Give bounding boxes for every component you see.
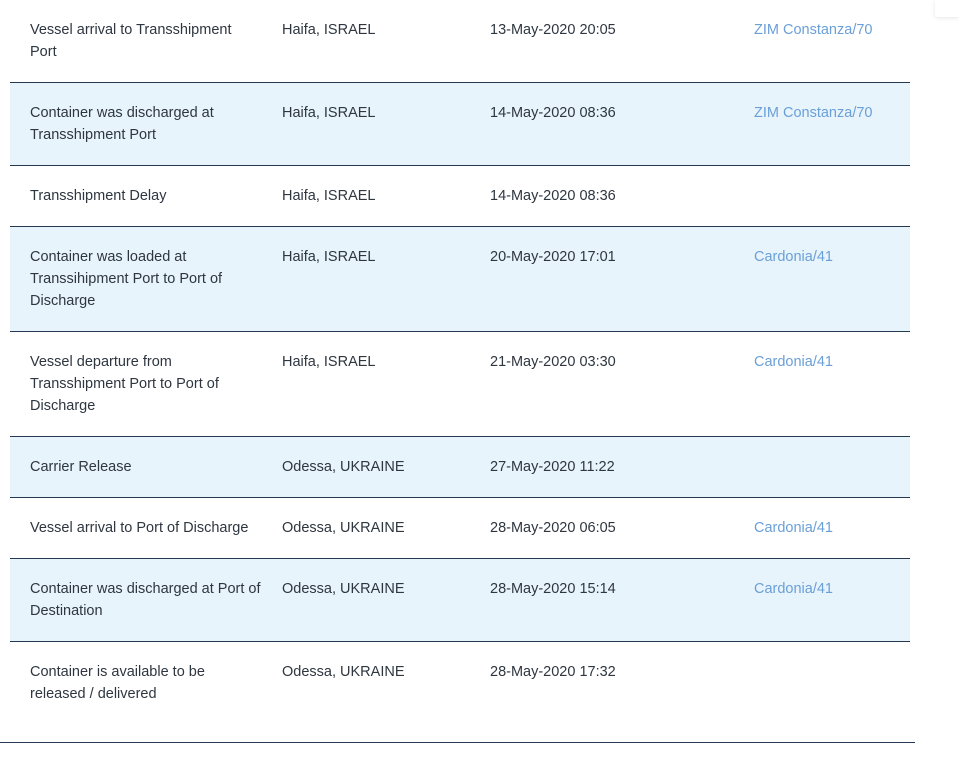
event-date: 28-May-2020 15:14 xyxy=(490,581,616,597)
event-description: Vessel arrival to Port of Discharge xyxy=(30,520,249,536)
event-date: 20-May-2020 17:01 xyxy=(490,249,616,265)
table-row: Container was discharged at Transshipmen… xyxy=(10,83,910,166)
vessel-voyage-link[interactable]: Cardonia/41 xyxy=(754,249,833,265)
event-description: Container was discharged at Port of Dest… xyxy=(30,581,261,619)
event-description: Carrier Release xyxy=(30,459,132,475)
table-bottom-divider xyxy=(0,742,915,743)
event-description: Vessel arrival to Transshipment Port xyxy=(30,22,232,60)
table-row: Container was loaded at Transsihipment P… xyxy=(10,227,910,332)
event-vessel xyxy=(734,661,910,742)
event-description: Container was loaded at Transsihipment P… xyxy=(30,249,223,309)
event-description: Container was discharged at Transshipmen… xyxy=(30,105,214,143)
event-description: Vessel departure from Transshipment Port… xyxy=(30,354,219,414)
event-vessel: Cardonia/41 xyxy=(734,351,910,436)
table-row: Vessel arrival to Port of Discharge Odes… xyxy=(10,498,910,559)
vessel-voyage-link[interactable]: ZIM Constanza/70 xyxy=(754,105,872,121)
vessel-voyage-link[interactable]: ZIM Constanza/70 xyxy=(754,22,872,38)
event-location: Haifa, ISRAEL xyxy=(282,354,376,370)
event-location: Haifa, ISRAEL xyxy=(282,249,376,265)
event-date: 28-May-2020 17:32 xyxy=(490,664,616,680)
event-vessel: ZIM Constanza/70 xyxy=(734,19,910,82)
table-row: Transshipment Delay Haifa, ISRAEL 14-May… xyxy=(10,166,910,227)
event-date: 27-May-2020 11:22 xyxy=(490,459,615,475)
event-date: 13-May-2020 20:05 xyxy=(490,22,616,38)
event-vessel: Cardonia/41 xyxy=(734,578,910,641)
corner-widget xyxy=(935,0,959,17)
event-date: 21-May-2020 03:30 xyxy=(490,354,616,370)
tracking-events-table: Vessel arrival to Transshipment Port Hai… xyxy=(10,0,910,742)
event-vessel xyxy=(734,456,910,497)
event-date: 14-May-2020 08:36 xyxy=(490,188,616,204)
table-row: Container is available to be released / … xyxy=(10,642,910,742)
event-location: Odessa, UKRAINE xyxy=(282,459,405,475)
event-description: Transshipment Delay xyxy=(30,188,167,204)
table-row: Container was discharged at Port of Dest… xyxy=(10,559,910,642)
event-location: Odessa, UKRAINE xyxy=(282,520,405,536)
event-location: Odessa, UKRAINE xyxy=(282,581,405,597)
event-vessel: Cardonia/41 xyxy=(734,517,910,558)
vessel-voyage-link[interactable]: Cardonia/41 xyxy=(754,354,833,370)
vessel-voyage-link[interactable]: Cardonia/41 xyxy=(754,581,833,597)
event-vessel xyxy=(734,185,910,226)
event-vessel: ZIM Constanza/70 xyxy=(734,102,910,165)
event-description: Container is available to be released / … xyxy=(30,664,205,702)
event-vessel: Cardonia/41 xyxy=(734,246,910,331)
table-row: Vessel arrival to Transshipment Port Hai… xyxy=(10,0,910,83)
event-location: Haifa, ISRAEL xyxy=(282,22,376,38)
event-location: Odessa, UKRAINE xyxy=(282,664,405,680)
event-date: 14-May-2020 08:36 xyxy=(490,105,616,121)
vessel-voyage-link[interactable]: Cardonia/41 xyxy=(754,520,833,536)
event-location: Haifa, ISRAEL xyxy=(282,188,376,204)
table-row: Carrier Release Odessa, UKRAINE 27-May-2… xyxy=(10,437,910,498)
table-row: Vessel departure from Transshipment Port… xyxy=(10,332,910,437)
event-date: 28-May-2020 06:05 xyxy=(490,520,616,536)
event-location: Haifa, ISRAEL xyxy=(282,105,376,121)
